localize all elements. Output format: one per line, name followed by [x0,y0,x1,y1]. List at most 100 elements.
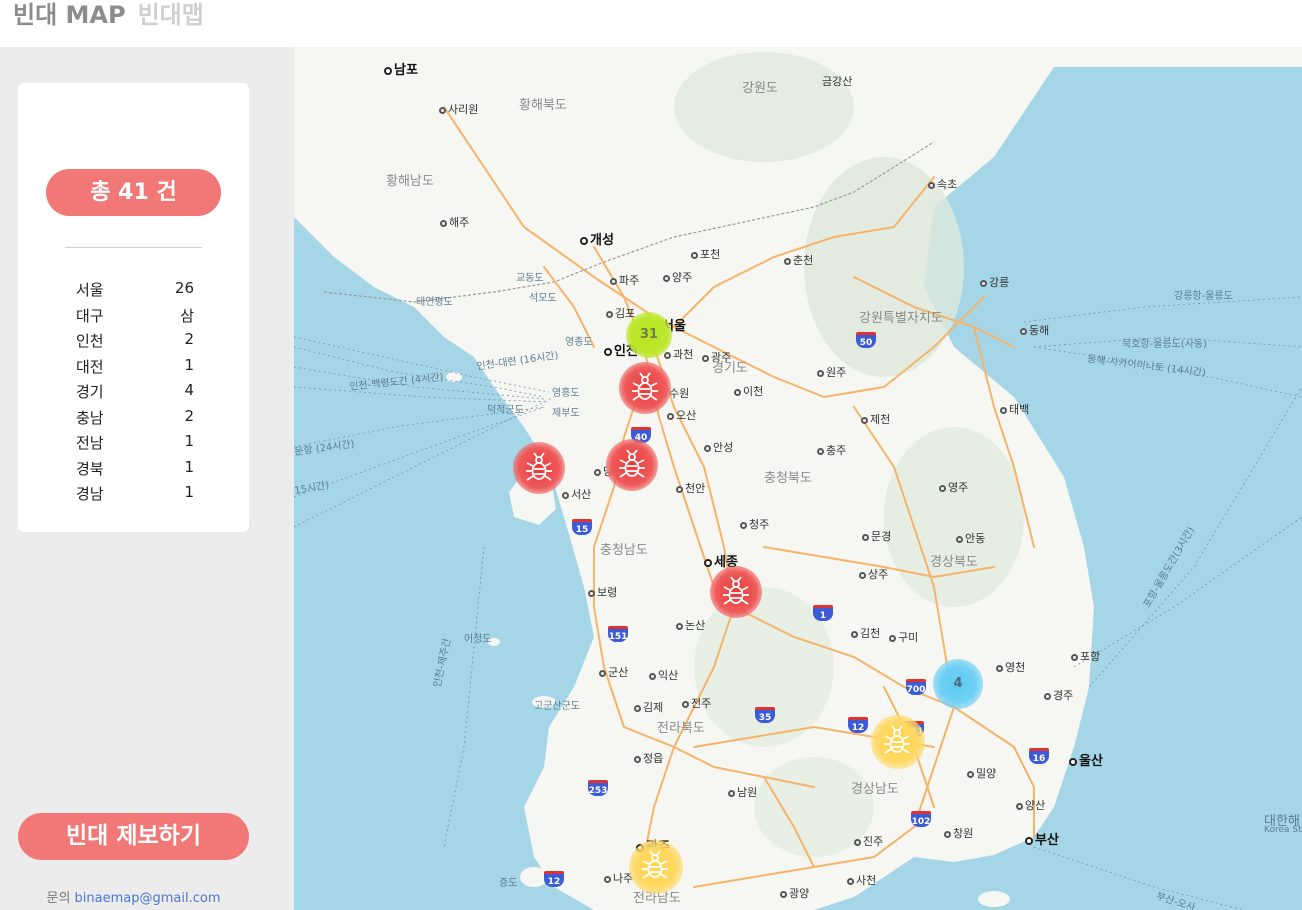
highway-shield: 1 [813,605,833,621]
stat-count: 2 [184,330,194,348]
map-label-city: 군산 [599,664,628,680]
map-label-city: 논산 [676,617,705,633]
stat-row: 경기 4 [76,381,194,407]
map-label-city: 안성 [704,439,733,455]
seoul-cluster[interactable]: 31 [626,312,672,358]
map-label-city: 포항 [1071,648,1100,664]
map-label-city: 파주 [610,272,639,288]
seosan-bedbug-marker[interactable] [513,442,565,494]
map-label-island: 교동도 [516,273,544,284]
highway-shield: 102 [911,811,931,827]
island [480,339,508,355]
brand-title-sub: 빈대맵 [137,1,204,29]
stat-region: 충남 [76,408,104,427]
map-label-city: 강릉 [980,274,1009,290]
map-label-city: 부산 [1025,829,1059,848]
map-label-city: 제천 [861,411,890,427]
map-label-city: 경주 [1044,687,1073,703]
brand-title[interactable]: 빈대 MAP 빈대맵 [13,0,204,30]
daejeon-bedbug-marker[interactable] [710,566,762,618]
map-label-city: 천안 [676,480,705,496]
map-label-city: 사리원 [439,101,478,117]
stat-region: 인천 [76,332,104,350]
contact-label: 문의 [46,891,71,906]
map-view[interactable]: 남포 사리원 황해북도 강원도 금강산 황해남도 해주 속초 개성 포천 춘천 … [294,47,1302,910]
stat-count: 26 [174,279,194,297]
map-label-region: 전라북도 [657,721,705,736]
map-label-region: 경기도 [712,361,748,376]
stat-region: 전남 [76,434,104,452]
map-label-city: 포천 [691,246,720,262]
dangjin-bedbug-marker[interactable] [606,439,658,491]
stat-row: 인천 2 [76,330,194,356]
map-label-city: 양산 [1016,797,1045,813]
island [564,421,584,433]
stat-count: 4 [184,381,194,399]
terrain [674,52,854,162]
highway-shield: 700 [906,679,926,695]
map-label-island: 증도 [499,878,518,889]
map-label-city: 김포 [606,305,635,321]
highway-shield: 12 [848,717,868,733]
stat-row: 경남 1 [76,483,194,509]
highway-shield: 16 [1029,748,1049,764]
map-label-region: 경상남도 [851,782,899,797]
stat-region: 서울 [76,281,104,299]
total-count-badge: 총 41 건 [46,169,221,216]
bedbug-icon [642,850,668,879]
map-label-city: 울산 [1069,750,1103,769]
map-label-city: 영천 [996,659,1025,675]
highway-shield: 50 [856,332,876,348]
sidebar: 총 41 건 서울 26 대구 삼 인천 2 대전 1 경기 4 충남 2 전남 1 경북 1 … [0,47,294,910]
bedbug-icon [632,372,658,401]
map-label-city: 김천 [851,625,880,641]
map-label-city: 이천 [734,383,763,399]
island [446,372,462,382]
stat-count: 1 [184,355,194,374]
map-label-city: 보령 [588,584,617,600]
map-label-city: 영주 [939,479,968,495]
map-label-city: 양주 [663,269,692,285]
map-label-city: 동해 [1020,322,1049,338]
stat-region: 대구 [76,306,104,325]
map-label-city: 개성 [580,229,614,248]
map-label-city: 춘천 [784,252,813,268]
map-label-city: 서산 [562,486,591,502]
gwangju-bedbug-marker[interactable] [629,840,683,894]
map-label-city: 문경 [862,528,891,544]
map-label-city: 남원 [728,784,757,800]
stat-row: 대전 1 [76,356,194,382]
map-label-city: 구미 [889,629,918,645]
suwon-bedbug-marker[interactable] [619,362,671,414]
map-label-city: 속초 [928,176,957,192]
stat-region: 대전 [76,357,104,376]
map-label-region: 황해북도 [519,98,567,113]
gyeongnam-bedbug-marker[interactable] [871,715,925,769]
map-label-island: 영흥도 [552,388,580,399]
report-bedbug-button[interactable]: 빈대 제보하기 [18,813,249,860]
divider [65,247,202,248]
contact-email-link[interactable]: binaemap@gmail.com [75,891,221,906]
map-label-city: 원주 [817,364,846,380]
map-label-city: 창원 [944,825,973,841]
map-label-ferry: 묵호항-울릉도(사동) [1122,339,1208,350]
highway-shield: 12 [544,871,564,887]
map-label-city: 정읍 [634,750,663,766]
daegu-cluster[interactable]: 4 [933,659,983,709]
map-label-region: 강원특별자치도 [859,311,943,326]
region-stats-list: 서울 26 대구 삼 인천 2 대전 1 경기 4 충남 2 전남 1 경북 1 경남 1 [76,279,194,509]
contact-info: 문의 binaemap@gmail.com [0,887,267,906]
map-label-city: 진주 [854,833,883,849]
stat-row: 경북 1 [76,458,194,484]
stats-card: 총 41 건 서울 26 대구 삼 인천 2 대전 1 경기 4 충남 2 전남 1 경북 1 … [18,83,249,532]
bedbug-icon [884,725,910,754]
map-label-city: 익산 [649,667,678,683]
map-label-region: 충청남도 [600,543,648,558]
map-label-island: 석모도 [529,293,557,304]
map-label-island: 어청도 [464,634,492,645]
bedbug-icon [723,576,749,605]
bedbug-icon [619,449,645,478]
map-label-island: 제부도 [552,408,580,419]
map-label-city: 충주 [817,442,846,458]
map-label-ferry: 강릉항-울릉도 [1174,291,1233,302]
